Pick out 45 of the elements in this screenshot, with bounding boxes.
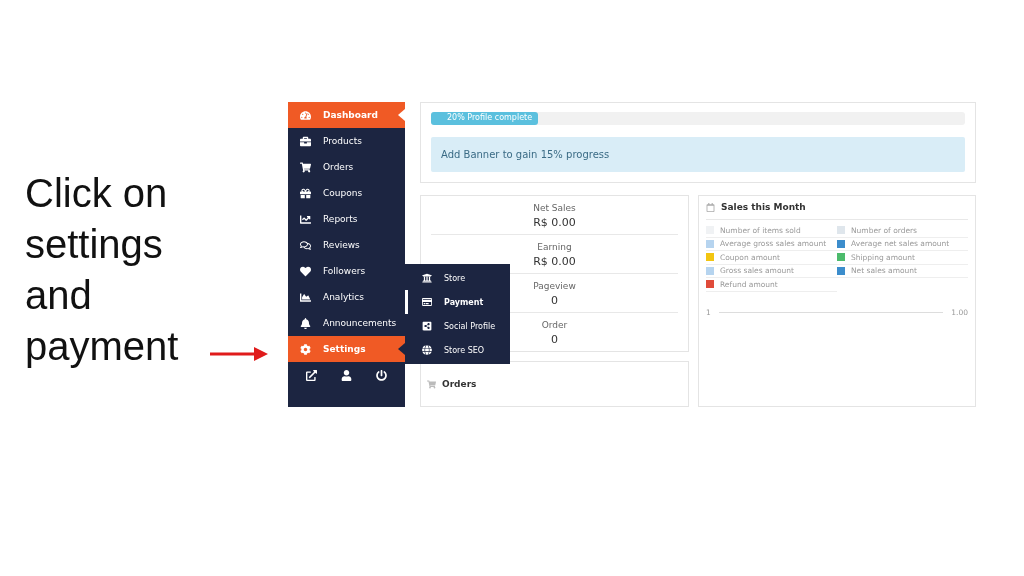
- arrow-icon: [210, 346, 268, 362]
- stat-value: R$ 0.00: [533, 255, 576, 268]
- chat-icon: [300, 239, 311, 251]
- card-title: Sales this Month: [721, 202, 806, 212]
- line-chart-icon: [300, 213, 311, 225]
- sidebar-item[interactable]: Orders: [288, 154, 405, 180]
- user-icon[interactable]: [341, 370, 352, 381]
- stat-value: R$ 0.00: [533, 216, 576, 229]
- calendar-icon: [706, 202, 715, 212]
- sidebar-item[interactable]: Followers: [288, 258, 405, 284]
- info-alert: Add Banner to gain 15% progress: [431, 137, 965, 172]
- bank-icon: [422, 273, 432, 283]
- submenu-item[interactable]: Store SEO: [405, 338, 510, 362]
- settings-icon: [300, 343, 311, 355]
- cart-icon: [300, 161, 311, 173]
- cart-icon: [427, 379, 436, 389]
- share-icon: [422, 321, 432, 331]
- dashboard-icon: [300, 109, 311, 121]
- sidebar-item[interactable]: Reviews: [288, 232, 405, 258]
- sidebar-item[interactable]: Analytics: [288, 284, 405, 310]
- submenu-item[interactable]: Social Profile: [405, 314, 510, 338]
- slide-caption: Click on settings and payment: [25, 170, 180, 370]
- stat-label: Order: [541, 320, 568, 330]
- sidebar-item[interactable]: Products: [288, 128, 405, 154]
- briefcase-icon: [300, 135, 311, 147]
- progress-label: 20% Profile complete: [447, 113, 533, 122]
- submenu-item[interactable]: Store: [405, 266, 510, 290]
- stat-value: 0: [551, 294, 558, 307]
- external-link-icon[interactable]: [306, 370, 317, 381]
- sidebar-item[interactable]: Coupons: [288, 180, 405, 206]
- stat-value: 0: [551, 333, 558, 346]
- sidebar-item[interactable]: Announcements: [288, 310, 405, 336]
- power-icon[interactable]: [376, 370, 387, 381]
- stat-label: Net Sales: [533, 203, 576, 213]
- bell-icon: [300, 317, 311, 329]
- heart-icon: [300, 265, 311, 277]
- card-title: Orders: [442, 379, 477, 389]
- gift-icon: [300, 187, 311, 199]
- stat-label: Pageview: [533, 281, 576, 291]
- globe-icon: [422, 345, 432, 355]
- sidebar-item[interactable]: Reports: [288, 206, 405, 232]
- active-pointer-icon: [398, 109, 405, 121]
- area-chart-icon: [300, 291, 311, 303]
- stat-label: Earning: [537, 242, 572, 252]
- credit-card-icon: [422, 297, 432, 307]
